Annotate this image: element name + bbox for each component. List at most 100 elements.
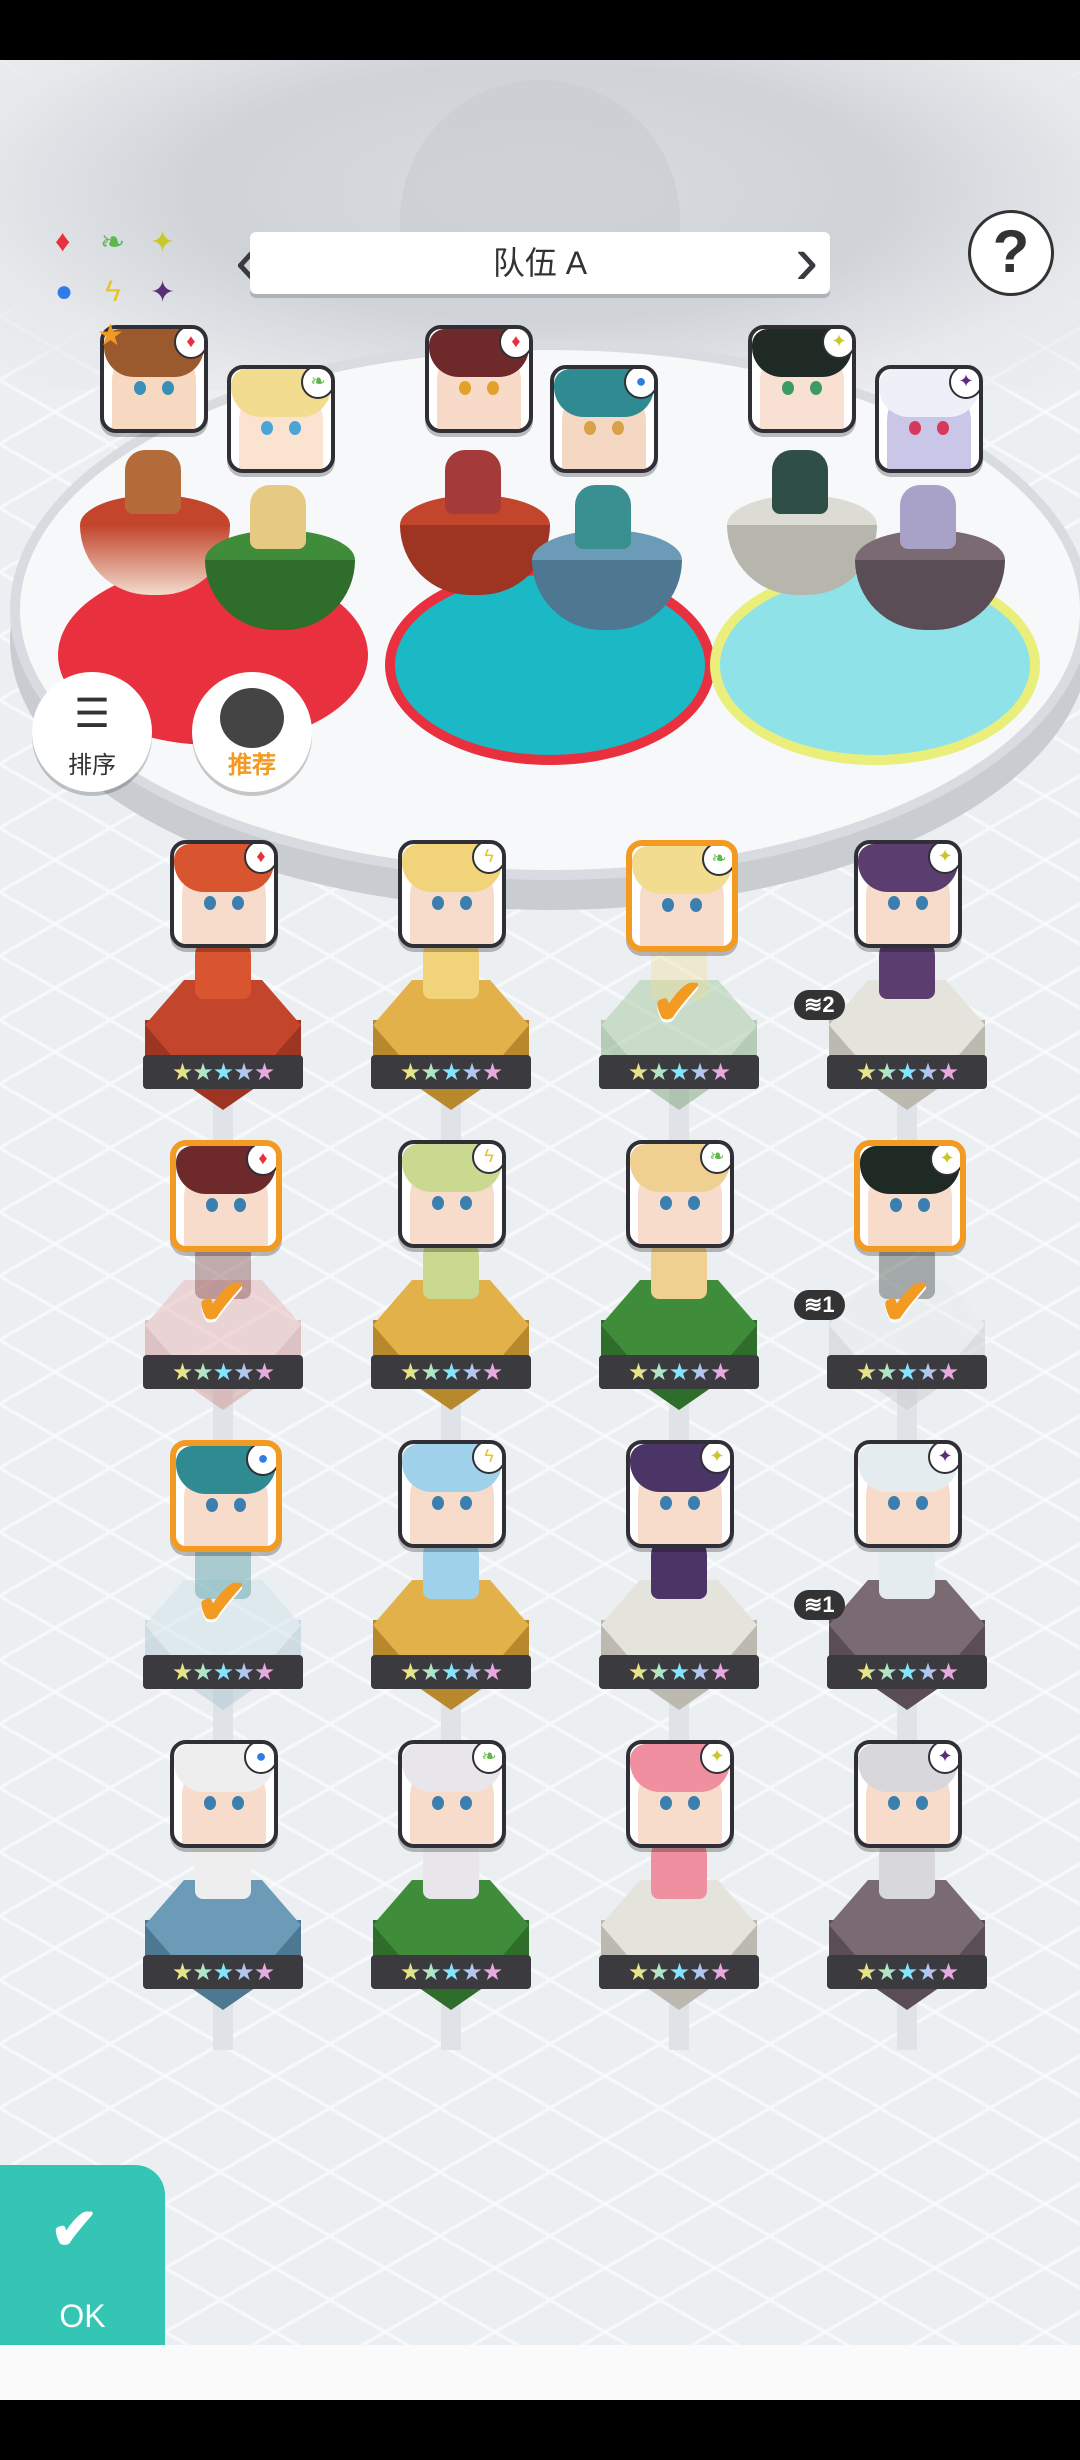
- star-rating-text: ★★★★★: [399, 1958, 504, 1986]
- circle-blue-icon: ●: [244, 1744, 274, 1774]
- roster-portrait-blonde-girl[interactable]: ❧: [626, 840, 738, 952]
- duplicate-count-badge: ≋1: [794, 1590, 845, 1620]
- roster-pedestal: [373, 1280, 529, 1410]
- roster-portrait-pink-haired-girl[interactable]: ✦: [626, 1740, 734, 1848]
- recommend-group-icon: [220, 688, 284, 748]
- duplicate-count: ≋1: [804, 1592, 835, 1617]
- selected-check-icon: ✔: [195, 1266, 249, 1338]
- star-rating: ★★★★★: [599, 1355, 759, 1389]
- team-sprite: [125, 450, 181, 514]
- selected-check-icon: ✔: [879, 1266, 933, 1338]
- team-sprite: [772, 450, 828, 514]
- roster-portrait-red-dragon[interactable]: ♦: [170, 840, 278, 948]
- roster-portrait-hat-girl[interactable]: ❧: [626, 1140, 734, 1248]
- circle-blue-icon: ●: [246, 1446, 276, 1476]
- roster-portrait-auburn-girl[interactable]: ♦: [170, 1140, 282, 1252]
- element-cycle-legend[interactable]: ♦ ❧ ✦ ● ϟ ✦: [55, 225, 195, 335]
- selected-check-icon: ✔: [651, 966, 705, 1038]
- star-rating-text: ★★★★★: [399, 1658, 504, 1686]
- roster-pedestal: [829, 1880, 985, 2010]
- roster-portrait-dark-elf-girl[interactable]: ●: [170, 1740, 278, 1848]
- star-rating-text: ★★★★★: [171, 1358, 276, 1386]
- sparkle-yellow-icon: ✦: [928, 844, 958, 874]
- star-rating: ★★★★★: [371, 1355, 531, 1389]
- team-sprite: [250, 485, 306, 549]
- star-rating-text: ★★★★★: [399, 1058, 504, 1086]
- team-portrait-white-haired-demon-girl[interactable]: ✦: [875, 365, 983, 473]
- leaf-green-icon: ❧: [472, 1744, 502, 1774]
- star-rating: ★★★★★: [143, 1655, 303, 1689]
- roster-pedestal: [829, 980, 985, 1110]
- roster-pedestal: [373, 980, 529, 1110]
- game-screen: ♦ ❧ ♦ ● ✦ ✦ ★ ♦ ❧ ✦ ● ϟ ✦ ‹ 队伍 A › ? ☰ 排…: [0, 60, 1080, 2400]
- duplicate-count: ≋1: [804, 1292, 835, 1317]
- roster-portrait-eyepatch-girl[interactable]: ✦: [854, 1740, 962, 1848]
- roster-pedestal: [829, 1580, 985, 1710]
- star-rating: ★★★★★: [827, 1355, 987, 1389]
- diamond-red-icon: ♦: [246, 1146, 276, 1176]
- team-title-banner: 队伍 A: [250, 232, 830, 294]
- team-sprite: [445, 450, 501, 514]
- star-rating-text: ★★★★★: [399, 1358, 504, 1386]
- star-rating: ★★★★★: [827, 1655, 987, 1689]
- sort-icon: ☰: [74, 692, 110, 736]
- selected-check-icon: ✔: [195, 1566, 249, 1638]
- leaf-green-icon: ❧: [700, 1144, 730, 1174]
- roster-portrait-blonde-cat-girl[interactable]: ϟ: [398, 840, 506, 948]
- help-button[interactable]: ?: [968, 210, 1054, 296]
- star-rating: ★★★★★: [599, 1655, 759, 1689]
- chevron-right-icon[interactable]: ›: [795, 225, 818, 295]
- star-rating-text: ★★★★★: [171, 1058, 276, 1086]
- diamond-red-icon: ♦: [499, 329, 529, 359]
- team-sprite: [900, 485, 956, 549]
- team-portrait-auburn-girl[interactable]: ♦: [425, 325, 533, 433]
- star-rating-text: ★★★★★: [627, 1058, 732, 1086]
- roster-portrait-blue-haired-girl[interactable]: ϟ: [398, 1440, 506, 1548]
- team-portrait-teal-haired-boy[interactable]: ●: [550, 365, 658, 473]
- team-sprite: [575, 485, 631, 549]
- sort-button[interactable]: ☰ 排序: [32, 672, 152, 792]
- star-rating-text: ★★★★★: [855, 1358, 960, 1386]
- roster-portrait-teal-haired-boy[interactable]: ●: [170, 1440, 282, 1552]
- star-rating-text: ★★★★★: [855, 1058, 960, 1086]
- leaf-green-icon: ❧: [702, 846, 732, 876]
- sparkle-purple-icon: ✦: [928, 1744, 958, 1774]
- lightning-yellow-icon: ϟ: [105, 275, 121, 308]
- sparkle-yellow-icon: ✦: [700, 1444, 730, 1474]
- recommend-button[interactable]: 推荐: [192, 672, 312, 792]
- roster-pedestal: [601, 1580, 757, 1710]
- roster-portrait-black-haired-girl[interactable]: ✦: [854, 1140, 966, 1252]
- lightning-yellow-icon: ϟ: [472, 1144, 502, 1174]
- roster-pedestal: [601, 1880, 757, 2010]
- sort-label: 排序: [68, 752, 116, 779]
- duplicate-count-badge: ≋1: [794, 1290, 845, 1320]
- team-portrait-blonde-girl[interactable]: ❧: [227, 365, 335, 473]
- roster-portrait-silver-haired-girl[interactable]: ✦: [854, 1440, 962, 1548]
- ok-label: OK: [59, 2298, 106, 2334]
- star-rating: ★★★★★: [599, 1955, 759, 1989]
- roster-pedestal: [145, 1880, 301, 2010]
- star-rating-text: ★★★★★: [171, 1658, 276, 1686]
- leaf-green-icon: ❧: [100, 226, 126, 259]
- team-title: 队伍 A: [492, 245, 588, 281]
- lightning-yellow-icon: ϟ: [472, 1444, 502, 1474]
- star-rating-text: ★★★★★: [855, 1958, 960, 1986]
- star-rating: ★★★★★: [371, 1955, 531, 1989]
- ok-button[interactable]: ✔ OK: [0, 2165, 165, 2345]
- sparkle-purple-icon: ✦: [150, 276, 176, 309]
- team-portrait-black-haired-girl[interactable]: ✦: [748, 325, 856, 433]
- sparkle-yellow-icon: ✦: [930, 1146, 960, 1176]
- duplicate-count: ≋2: [804, 992, 835, 1017]
- sparkle-yellow-icon: ✦: [700, 1744, 730, 1774]
- duplicate-count-badge: ≋2: [794, 990, 845, 1020]
- circle-blue-icon: ●: [624, 369, 654, 399]
- roster-portrait-purple-haired-girl[interactable]: ✦: [626, 1440, 734, 1548]
- roster-portrait-blonde-winking-girl[interactable]: ϟ: [398, 1140, 506, 1248]
- star-rating-text: ★★★★★: [627, 1958, 732, 1986]
- star-rating: ★★★★★: [371, 1055, 531, 1089]
- star-rating: ★★★★★: [827, 1055, 987, 1089]
- roster-portrait-dark-skinned-girl[interactable]: ✦: [854, 840, 962, 948]
- star-rating: ★★★★★: [143, 1055, 303, 1089]
- roster-portrait-white-haired-girl[interactable]: ❧: [398, 1740, 506, 1848]
- roster-pedestal: [601, 1280, 757, 1410]
